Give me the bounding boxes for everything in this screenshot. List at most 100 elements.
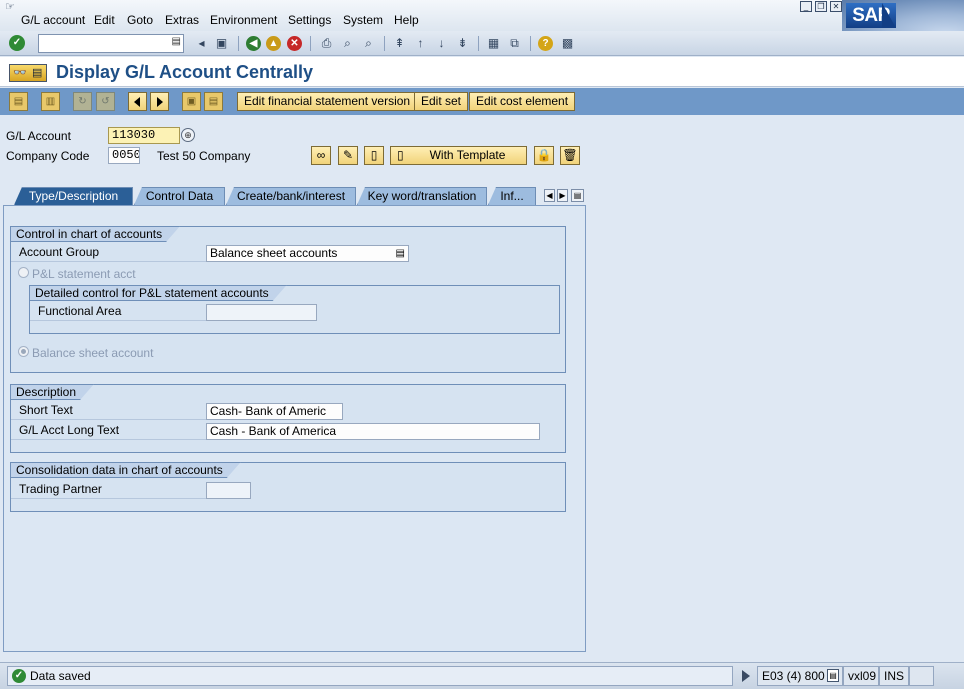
system-menu-icon[interactable]: ☞ [5,1,19,13]
note-icon[interactable]: ▤ [204,92,223,111]
edit-pencil-button[interactable]: ✎ [338,146,358,165]
standard-toolbar: ✓ ▤ ◂ ▣ ◀ ▲ ✕ ⎙ ⌕ ⌕ ⇞ ↑ ↓ ⇟ ▦ ⧉ ? ▩ [0,31,964,56]
trading-partner-label: Trading Partner [11,481,206,499]
print-icon[interactable]: ⎙ [318,35,335,52]
system-info: E03 (4) 800 [762,669,825,683]
menu-environment[interactable]: Environment [210,13,277,27]
menu-bar: ☞ G/L account Edit Goto Extras Environme… [0,0,964,31]
tab-key-word-translation[interactable]: Key word/translation [357,187,487,205]
system-info-box[interactable]: E03 (4) 800 ▤ [757,666,843,686]
tab-control-data[interactable]: Control Data [134,187,225,205]
status-spare-box [909,666,934,686]
save-icon[interactable]: ▣ [213,35,230,52]
document-overview-icon[interactable]: ▣ [182,92,201,111]
company-code-icon[interactable]: ▥ [41,92,60,111]
new-document-icon: ▯ [397,148,404,162]
tab-type-description[interactable]: Type/Description [14,187,133,205]
refresh-icon[interactable]: ↻ [73,92,92,111]
menu-system[interactable]: System [343,13,383,27]
previous-page-icon[interactable]: ↑ [412,35,429,52]
description-group-title: Description [10,384,94,400]
layout-menu-icon[interactable]: ▩ [559,35,576,52]
application-toolbar: ▤ ▥ ↻ ↺ ▣ ▤ Edit financial statement ver… [0,88,964,115]
command-field[interactable]: ▤ [38,34,184,53]
exit-icon[interactable]: ▲ [266,36,281,51]
edit-fs-version-button[interactable]: Edit financial statement version [237,92,418,111]
first-page-icon[interactable]: ⇞ [391,35,408,52]
cancel-icon[interactable]: ✕ [287,36,302,51]
menu-settings[interactable]: Settings [288,13,331,27]
help-icon[interactable]: ? [538,36,553,51]
display-glasses-button[interactable]: ∞ [311,146,331,165]
last-page-icon[interactable]: ⇟ [454,35,471,52]
title-bar: 👓 ▤ Display G/L Account Centrally [0,57,964,87]
create-session-icon[interactable]: ▦ [485,35,502,52]
glasses-icon: 👓 [13,67,27,79]
menu-edit[interactable]: Edit [94,13,115,27]
menu-goto[interactable]: Goto [127,13,153,27]
new-document-icon: ▯ [370,148,378,162]
block-button[interactable]: 🔒 [534,146,554,165]
pl-statement-radio[interactable] [18,267,29,278]
insert-mode-box[interactable]: INS [879,666,909,686]
next-account-button[interactable] [150,92,169,111]
tab-scroll-left-icon[interactable]: ◀ [544,189,555,202]
company-code-field[interactable]: 0050 [108,147,140,164]
edit-set-button[interactable]: Edit set [414,92,469,111]
balance-sheet-label: Balance sheet account [32,346,154,360]
tab-create-bank-interest[interactable]: Create/bank/interest [226,187,356,205]
menu-help[interactable]: Help [394,13,419,27]
company-code-label: Company Code [6,149,90,163]
consolidation-group-title: Consolidation data in chart of accounts [10,462,241,478]
functional-area-field[interactable] [206,304,317,321]
control-group-title: Control in chart of accounts [10,226,180,242]
command-dropdown-icon[interactable]: ▤ [172,36,181,47]
balance-sheet-radio[interactable] [18,346,29,357]
short-text-label: Short Text [11,402,206,420]
restore-icon[interactable]: ❐ [815,1,827,12]
server-box: vxl09 [843,666,879,686]
document-icon: ▤ [32,67,43,79]
close-window-icon[interactable]: ✕ [830,1,842,12]
chart-of-accounts-icon[interactable]: ▤ [9,92,28,111]
short-text-field[interactable]: Cash- Bank of Americ [206,403,343,420]
menu-extras[interactable]: Extras [165,13,199,27]
gl-account-label: G/L Account [6,129,71,143]
delete-button[interactable]: 🗑 [560,146,580,165]
create-shortcut-icon[interactable]: ⧉ [506,35,523,52]
company-name: Test 50 Company [157,149,251,163]
trading-partner-field[interactable] [206,482,251,499]
tab-list-icon[interactable]: ▤ [571,189,584,202]
gl-account-field[interactable]: 113030 [108,127,180,144]
find-next-icon[interactable]: ⌕ [360,35,377,52]
back-icon[interactable]: ◀ [246,36,261,51]
pencil-icon: ✎ [342,148,354,162]
find-icon[interactable]: ⌕ [339,35,356,52]
next-page-icon[interactable]: ↓ [433,35,450,52]
success-check-icon: ✓ [12,669,26,683]
dropdown-icon[interactable]: ▤ [396,246,405,261]
lock-icon: 🔒 [536,148,552,162]
pl-statement-label: P&L statement acct [32,267,136,281]
functional-area-label: Functional Area [30,303,206,321]
minimize-icon[interactable]: _ [800,1,812,12]
status-expand-icon[interactable] [742,670,750,682]
previous-account-button[interactable] [128,92,147,111]
account-group-field[interactable]: Balance sheet accounts ▤ [206,245,409,262]
search-help-icon[interactable]: ⊕ [181,128,195,142]
trash-icon: 🗑 [562,148,578,162]
edit-cost-element-button[interactable]: Edit cost element [469,92,576,111]
create-button[interactable]: ▯ [364,146,384,165]
recycle-icon[interactable]: ↺ [96,92,115,111]
tab-scroll-right-icon[interactable]: ▶ [557,189,568,202]
enter-check-icon[interactable]: ✓ [9,35,25,51]
tab-information[interactable]: Inf... [488,187,536,205]
menu-gl-account[interactable]: G/L account [21,13,85,27]
account-group-label: Account Group [11,244,206,262]
status-message-box: ✓ Data saved [7,666,733,686]
system-info-list-icon[interactable]: ▤ [827,669,839,682]
back-arrow-small-icon[interactable]: ◂ [193,35,210,52]
display-change-icon[interactable]: 👓 ▤ [9,64,47,82]
with-template-button[interactable]: ▯ With Template [390,146,527,165]
long-text-field[interactable]: Cash - Bank of America [206,423,540,440]
